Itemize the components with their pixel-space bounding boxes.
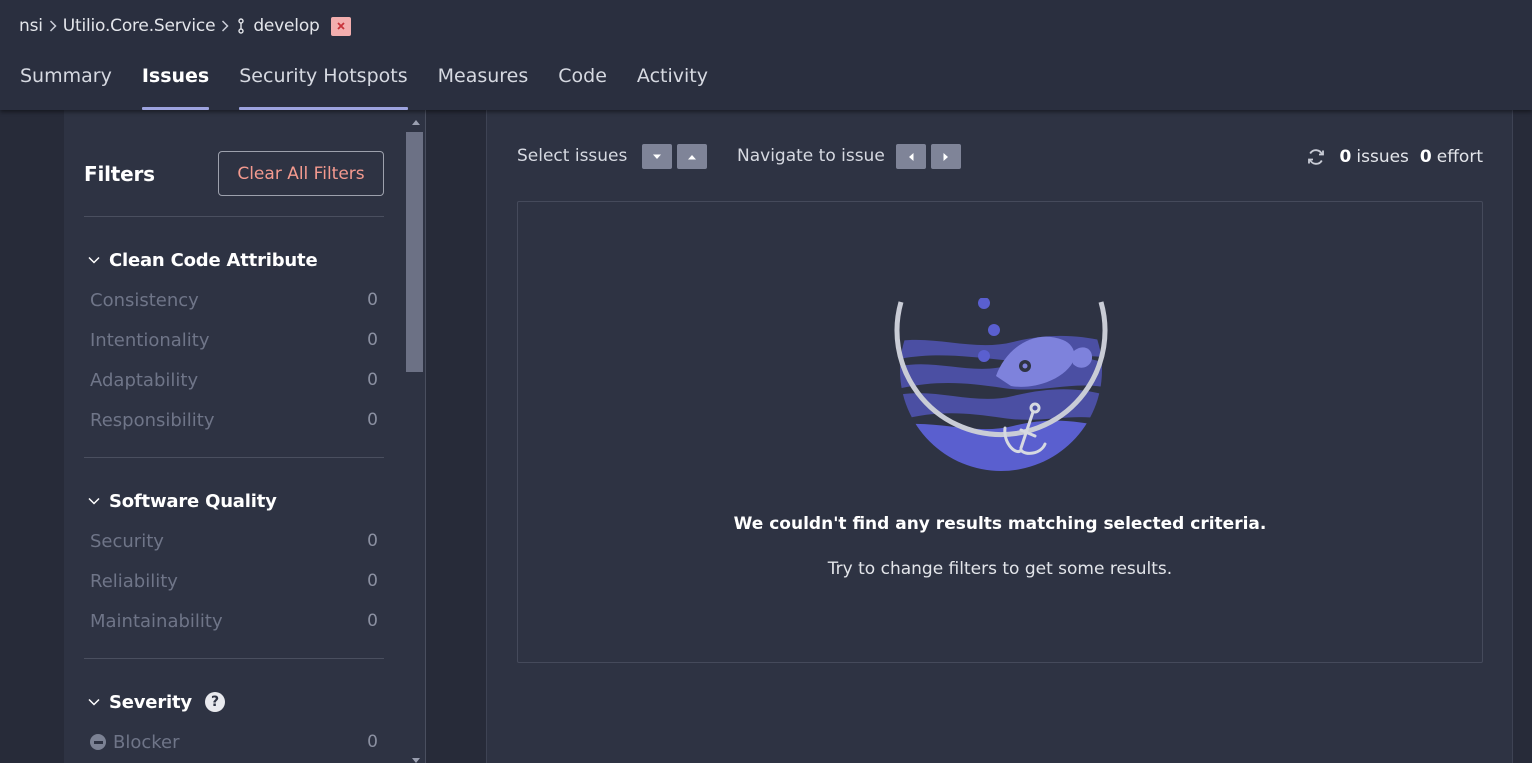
tab-measures[interactable]: Measures	[438, 58, 529, 110]
navigate-to-issue-label: Navigate to issue	[737, 146, 885, 166]
issues-summary: 0 issues 0 effort	[1306, 144, 1483, 170]
facet-item-security[interactable]: Security 0	[90, 528, 378, 554]
tab-summary[interactable]: Summary	[20, 58, 112, 110]
facet-item-count: 0	[367, 531, 378, 551]
tab-label: Summary	[20, 65, 112, 87]
select-next-issue-button[interactable]	[642, 144, 672, 169]
facet-software-quality[interactable]: Software Quality	[88, 489, 277, 513]
active-tab-indicator	[141, 107, 210, 110]
facet-item-label: Maintainability	[90, 610, 223, 632]
facet-item-intentionality[interactable]: Intentionality 0	[90, 327, 378, 353]
facet-item-count: 0	[367, 290, 378, 310]
close-icon[interactable]	[330, 16, 351, 36]
facet-item-maintainability[interactable]: Maintainability 0	[90, 608, 378, 634]
divider	[84, 457, 384, 458]
breadcrumb-branch[interactable]: develop	[253, 16, 319, 36]
issues-main-panel: Select issues Navigate to issue 0 issues…	[486, 110, 1513, 763]
scroll-down-arrow-icon[interactable]	[410, 754, 421, 763]
filters-title: Filters	[84, 162, 155, 186]
hover-tab-indicator	[239, 107, 408, 110]
chevron-down-icon	[88, 698, 102, 706]
chevron-right-icon	[49, 20, 57, 32]
facet-item-count: 0	[367, 410, 378, 430]
facet-item-label-wrap: Blocker	[90, 732, 180, 753]
facet-item-adaptability[interactable]: Adaptability 0	[90, 367, 378, 393]
chevron-down-icon	[88, 256, 102, 264]
tab-label: Security Hotspots	[239, 65, 408, 87]
empty-results-box: We couldn't find any results matching se…	[517, 201, 1483, 663]
facet-item-label: Blocker	[113, 731, 180, 753]
facet-title-label: Clean Code Attribute	[109, 249, 318, 271]
facet-item-blocker[interactable]: Blocker 0	[90, 729, 378, 755]
filters-header: Filters Clear All Filters	[84, 151, 384, 196]
navigate-next-issue-button[interactable]	[931, 144, 961, 169]
select-issues-label: Select issues	[517, 146, 628, 166]
empty-state-subtitle: Try to change filters to get some result…	[827, 559, 1173, 579]
tab-issues[interactable]: Issues	[141, 58, 210, 110]
facet-severity[interactable]: Severity ?	[88, 690, 225, 714]
facet-item-label: Consistency	[90, 289, 199, 311]
tab-code[interactable]: Code	[558, 58, 607, 110]
facet-item-label: Intentionality	[90, 329, 210, 351]
navigate-previous-issue-button[interactable]	[896, 144, 926, 169]
facet-item-label: Security	[90, 530, 164, 552]
issues-toolbar: Select issues Navigate to issue 0 issues…	[517, 144, 1483, 170]
blocker-icon	[90, 734, 106, 750]
filters-sidebar: Filters Clear All Filters Clean Code Att…	[64, 110, 426, 763]
tab-security-hotspots[interactable]: Security Hotspots	[239, 58, 408, 110]
facet-title-label: Software Quality	[109, 490, 277, 512]
chevron-right-icon	[221, 20, 229, 32]
empty-fishbowl-illustration	[893, 297, 1109, 478]
facet-item-count: 0	[367, 370, 378, 390]
top-header: nsi Utilio.Core.Service develop Summary …	[0, 0, 1532, 110]
scroll-up-arrow-icon[interactable]	[410, 116, 421, 128]
facet-item-count: 0	[367, 732, 378, 752]
tab-label: Measures	[437, 65, 529, 87]
caret-down-icon	[653, 154, 661, 159]
caret-right-icon	[943, 152, 948, 161]
facet-item-consistency[interactable]: Consistency 0	[90, 287, 378, 313]
facet-item-label: Adaptability	[90, 369, 199, 391]
facet-item-reliability[interactable]: Reliability 0	[90, 568, 378, 594]
breadcrumb-project[interactable]: Utilio.Core.Service	[63, 16, 216, 36]
effort-count: 0	[1419, 147, 1432, 167]
tab-label: Code	[558, 65, 607, 87]
tab-label: Issues	[141, 65, 210, 87]
empty-state-title: We couldn't find any results matching se…	[733, 514, 1267, 534]
facet-item-count: 0	[367, 330, 378, 350]
effort-count-label: effort	[1436, 147, 1483, 167]
reload-icon[interactable]	[1306, 147, 1326, 167]
facet-item-label: Reliability	[90, 570, 178, 592]
caret-up-icon	[688, 154, 696, 159]
facet-title-label: Severity	[109, 691, 192, 713]
facet-clean-code-attribute[interactable]: Clean Code Attribute	[88, 248, 318, 272]
facet-item-responsibility[interactable]: Responsibility 0	[90, 407, 378, 433]
help-icon[interactable]: ?	[204, 692, 225, 712]
issues-count: 0	[1339, 147, 1352, 167]
breadcrumb: nsi Utilio.Core.Service develop	[19, 15, 351, 37]
breadcrumb-org[interactable]: nsi	[19, 16, 43, 36]
branch-icon	[237, 18, 245, 34]
facet-item-count: 0	[367, 571, 378, 591]
facet-item-label: Responsibility	[90, 409, 215, 431]
tab-activity[interactable]: Activity	[637, 58, 708, 110]
issues-count-label: issues	[1356, 147, 1409, 167]
scrollbar-thumb[interactable]	[406, 132, 423, 372]
select-previous-issue-button[interactable]	[677, 144, 707, 169]
facet-item-count: 0	[367, 611, 378, 631]
divider	[84, 216, 384, 217]
project-nav-tabs: Summary Issues Security Hotspots Measure…	[20, 58, 708, 110]
divider	[84, 658, 384, 659]
tab-label: Activity	[636, 65, 708, 87]
sidebar-scrollbar[interactable]	[406, 110, 425, 763]
clear-all-filters-button[interactable]: Clear All Filters	[218, 151, 384, 196]
caret-left-icon	[909, 152, 914, 161]
chevron-down-icon	[88, 497, 102, 505]
